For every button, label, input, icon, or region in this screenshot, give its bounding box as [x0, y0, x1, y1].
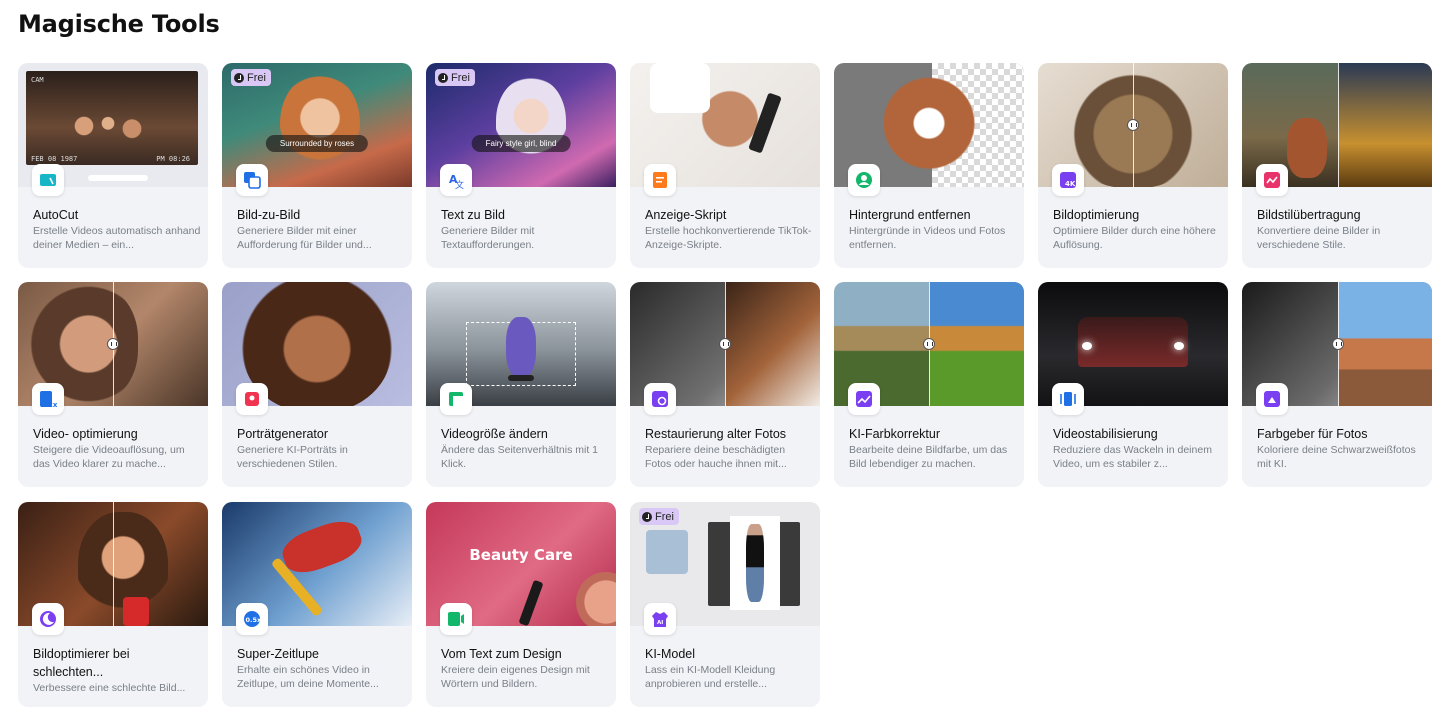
clock-icon: [234, 72, 244, 83]
portrait-generator-icon: [236, 383, 268, 415]
colorize-icon: [1256, 383, 1288, 415]
tool-description: Erhalte ein schönes Video in Zeitlupe, u…: [237, 664, 379, 690]
tool-card-ki-farbkorrektur[interactable]: KI-Farbkorrektur Bearbeite deine Bildfarb…: [834, 282, 1024, 487]
tool-title: Super-Zeitlupe: [237, 647, 319, 661]
tool-title: Bildstilübertragung: [1257, 208, 1361, 222]
tool-card-text-zu-bild[interactable]: Frei Fairy style girl, blind A 文 Text zu Bil…: [426, 63, 616, 268]
tool-title: Anzeige-Skript: [645, 208, 727, 222]
free-badge: Frei: [435, 69, 475, 86]
svg-text:0.5x: 0.5x: [246, 616, 263, 624]
tool-description: Konvertiere deine Bilder in verschiedene…: [1257, 225, 1381, 251]
tool-description: Optimiere Bilder durch eine höhere Auflö…: [1053, 225, 1216, 251]
tool-card-bildoptimierer-schlecht[interactable]: Bildoptimierer bei schlechten... Verbesse…: [18, 502, 208, 707]
tool-description: Generiere KI-Porträts in verschiedenen S…: [237, 444, 348, 470]
image-to-image-icon: [236, 164, 268, 196]
tool-card-autocut[interactable]: CAM FEB 08 1987 PM 08:26 AutoCut Erstelle …: [18, 63, 208, 268]
svg-text:文: 文: [455, 179, 464, 190]
tool-title: Porträtgenerator: [237, 427, 329, 441]
tool-description: Erstelle Videos automatisch anhand deine…: [33, 225, 201, 251]
tool-title: Bildoptimierung: [1053, 208, 1140, 222]
autocut-icon: [32, 164, 64, 196]
tool-description: Steigere die Videoauflösung, um das Vide…: [33, 444, 185, 470]
color-correction-icon: [848, 383, 880, 415]
slow-motion-icon: 0.5x: [236, 603, 268, 635]
tool-card-hintergrund-entfernen[interactable]: Hintergrund entfernen Hintergründe in Vid…: [834, 63, 1024, 268]
tool-title: Bild-zu-Bild: [237, 208, 301, 222]
tool-card-portraetgenerator[interactable]: Porträtgenerator Generiere KI-Porträts in…: [222, 282, 412, 487]
prompt-caption: Fairy style girl, blind: [471, 135, 571, 152]
tool-card-ki-model[interactable]: Frei AI KI-Model Lass ein KI-Modell Kleidun…: [630, 502, 820, 707]
tool-title: Farbgeber für Fotos: [1257, 427, 1368, 441]
video-2x-icon: 2x: [32, 383, 64, 415]
text-to-image-icon: A文: [440, 164, 472, 196]
remove-background-icon: [848, 164, 880, 196]
tool-description: Kreiere dein eigenes Design mit Wörtern …: [441, 664, 590, 690]
overlay-time: PM 08:26: [156, 155, 190, 163]
tool-card-farbgeber[interactable]: Farbgeber für Fotos Koloriere deine Schwa…: [1242, 282, 1432, 487]
tool-description: Koloriere deine Schwarzweißfotos mit KI.: [1257, 444, 1416, 470]
image-4k-icon: 4K: [1052, 164, 1084, 196]
tool-description: Verbessere eine schlechte Bild...: [33, 682, 186, 694]
tool-description: Ändere das Seitenverhältnis mit 1 Klick.: [441, 444, 599, 470]
tool-card-super-zeitlupe[interactable]: 0.5x Super-Zeitlupe Erhalte ein schönes Vi…: [222, 502, 412, 707]
tool-title: Hintergrund entfernen: [849, 208, 971, 222]
ad-script-icon: [644, 164, 676, 196]
tool-title: KI-Farbkorrektur: [849, 427, 940, 441]
tool-description: Repariere deine beschädigten Fotos oder …: [645, 444, 787, 470]
overlay-cam: CAM: [31, 76, 44, 84]
clock-icon: [438, 72, 448, 83]
free-badge-label: Frei: [451, 71, 470, 84]
prompt-caption: Surrounded by roses: [265, 135, 369, 152]
free-badge-label: Frei: [247, 71, 266, 84]
svg-text:4K: 4K: [1065, 180, 1076, 188]
tool-description: Hintergründe in Videos und Fotos entfern…: [849, 225, 1006, 251]
svg-text:2x: 2x: [48, 401, 58, 409]
tool-title: Restaurierung alter Fotos: [645, 427, 787, 441]
tool-title: AutoCut: [33, 208, 79, 222]
clock-icon: [642, 511, 652, 522]
ai-model-icon: AI: [644, 603, 676, 635]
free-badge: Frei: [639, 508, 679, 525]
tool-description: Erstelle hochkonvertierende TikTok-Anzei…: [645, 225, 812, 251]
tool-description: Bearbeite deine Bildfarbe, um das Bild l…: [849, 444, 1008, 470]
tool-title: Bildoptimierer bei schlechten...: [33, 647, 130, 679]
svg-text:AI: AI: [657, 620, 663, 626]
tool-card-bildoptimierung[interactable]: 4K Bildoptimierung Optimiere Bilder durch …: [1038, 63, 1228, 268]
low-light-icon: [32, 603, 64, 635]
overlay-date: FEB 08 1987: [31, 155, 78, 163]
tool-title: KI-Model: [645, 647, 696, 661]
tool-title: Vom Text zum Design: [441, 647, 562, 661]
free-badge-label: Frei: [655, 510, 674, 523]
resize-icon: [440, 383, 472, 415]
stabilize-icon: [1052, 383, 1084, 415]
page-title: Magische Tools: [18, 10, 220, 38]
tool-card-video-optimierung[interactable]: 2x Video- optimierung Steigere die Videoau…: [18, 282, 208, 487]
tool-card-videogroesse[interactable]: Videogröße ändern Ändere das Seitenverhäl…: [426, 282, 616, 487]
style-transfer-icon: [1256, 164, 1288, 196]
tool-card-bild-zu-bild[interactable]: Frei Surrounded by roses Bild-zu-Bild Gener…: [222, 63, 412, 268]
tool-card-anzeige-skript[interactable]: Anzeige-Skript Erstelle hochkonvertierend…: [630, 63, 820, 268]
tool-card-bildstiluebertragung[interactable]: Bildstilübertragung Konvertiere deine Bil…: [1242, 63, 1432, 268]
tool-description: Reduziere das Wackeln in deinem Video, u…: [1053, 444, 1212, 470]
tool-card-restaurierung[interactable]: Restaurierung alter Fotos Repariere deine…: [630, 282, 820, 487]
tool-card-text-zum-design[interactable]: Beauty Care Vom Text zum Design Kreiere de…: [426, 502, 616, 707]
tool-description: Generiere Bilder mit Textaufforderungen.: [441, 225, 535, 251]
text-to-design-icon: [440, 603, 472, 635]
tool-title: Video- optimierung: [33, 427, 138, 441]
free-badge: Frei: [231, 69, 271, 86]
photo-restore-icon: [644, 383, 676, 415]
tool-description: Generiere Bilder mit einer Aufforderung …: [237, 225, 372, 251]
tool-description: Lass ein KI-Modell Kleidung anprobieren …: [645, 664, 776, 690]
tool-title: Videostabilisierung: [1053, 427, 1158, 441]
tool-card-videostabilisierung[interactable]: Videostabilisierung Reduziere das Wackeln…: [1038, 282, 1228, 487]
design-hero-text: Beauty Care: [469, 546, 573, 564]
tool-title: Videogröße ändern: [441, 427, 548, 441]
tool-title: Text zu Bild: [441, 208, 505, 222]
